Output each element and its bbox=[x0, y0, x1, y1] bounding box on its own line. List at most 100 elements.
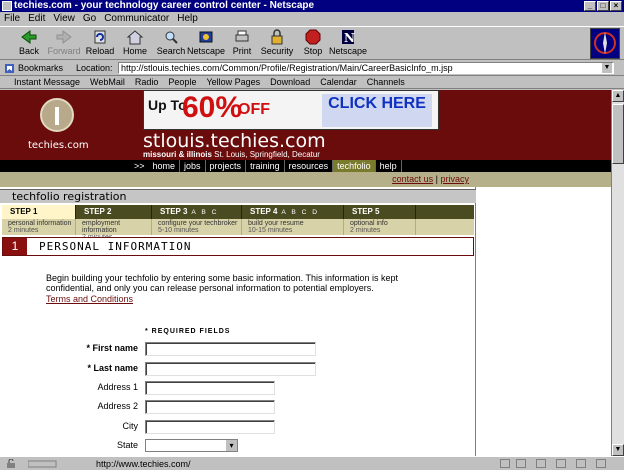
privacy-link[interactable]: privacy bbox=[440, 174, 469, 184]
step-4-tab[interactable]: STEP 4A B C D bbox=[242, 205, 344, 219]
scroll-thumb[interactable] bbox=[612, 104, 624, 164]
forward-button[interactable]: Forward bbox=[44, 29, 84, 59]
step-5-desc: optional info 2 minutes bbox=[344, 219, 416, 235]
first-name-label: * First name bbox=[86, 343, 138, 353]
ad-banner[interactable]: Up To 60% OFF CLICK HERE bbox=[143, 90, 439, 130]
netscape-button[interactable]: Netscape bbox=[186, 29, 226, 59]
personal-download[interactable]: Download bbox=[270, 76, 310, 88]
nav-jobs[interactable]: jobs bbox=[180, 160, 206, 172]
intro-text: Begin building your techfolio by enterin… bbox=[46, 273, 399, 293]
state-row: State bbox=[0, 439, 476, 453]
personal-toolbar: Instant Message WebMail Radio People Yel… bbox=[0, 76, 624, 89]
first-name-input[interactable] bbox=[145, 342, 316, 356]
netscape-n-button[interactable]: N Netscape bbox=[328, 29, 368, 59]
status-component-icon-4[interactable] bbox=[556, 459, 566, 468]
techies-logo-icon[interactable] bbox=[40, 98, 74, 132]
bookmarks-button[interactable]: Bookmarks bbox=[18, 63, 63, 73]
stop-button[interactable]: Stop bbox=[293, 29, 333, 59]
netscape-app-icon bbox=[2, 1, 12, 11]
bookmarks-icon bbox=[5, 64, 14, 73]
site-name: stlouis.techies.com bbox=[143, 130, 326, 152]
menu-communicator[interactable]: Communicator bbox=[104, 12, 169, 25]
contact-us-link[interactable]: contact us bbox=[392, 174, 433, 184]
reload-button[interactable]: Reload bbox=[80, 29, 120, 59]
last-name-input[interactable] bbox=[145, 362, 316, 376]
security-button[interactable]: Security bbox=[257, 29, 297, 59]
svg-text:N: N bbox=[344, 31, 355, 45]
terms-link[interactable]: Terms and Conditions bbox=[46, 294, 133, 304]
status-component-icon-2[interactable] bbox=[516, 459, 526, 468]
navigation-toolbar: Back Forward Reload Home Search Netscape… bbox=[0, 26, 624, 60]
ad-click-here[interactable]: CLICK HERE bbox=[322, 94, 432, 127]
nav-training[interactable]: training bbox=[246, 160, 285, 172]
security-lock-icon[interactable] bbox=[6, 459, 26, 469]
personal-yellow-pages[interactable]: Yellow Pages bbox=[206, 76, 260, 88]
state-select[interactable] bbox=[145, 439, 238, 452]
window-title-bar: techies.com - your technology career con… bbox=[0, 0, 624, 12]
menu-file[interactable]: File bbox=[4, 12, 20, 25]
close-button[interactable]: × bbox=[610, 1, 622, 11]
menu-edit[interactable]: Edit bbox=[28, 12, 45, 25]
nav-help[interactable]: help bbox=[376, 160, 402, 172]
step-2-tab[interactable]: STEP 2 bbox=[76, 205, 152, 219]
maximize-button[interactable]: □ bbox=[597, 1, 609, 11]
step-3-desc: configure your techbroker 5-10 minutes bbox=[152, 219, 242, 235]
netscape-icon bbox=[199, 31, 213, 43]
step-tabs: STEP 1 STEP 2 STEP 3A B C STEP 4A B C D … bbox=[2, 205, 474, 219]
utility-links-bar: contact us | privacy bbox=[0, 172, 611, 187]
required-fields-note: * REQUIRED FIELDS bbox=[145, 328, 231, 335]
address2-input[interactable] bbox=[145, 400, 275, 414]
nav-home[interactable]: home bbox=[149, 160, 181, 172]
step-5-tab[interactable]: STEP 5 bbox=[344, 205, 416, 219]
personal-instant-message[interactable]: Instant Message bbox=[14, 76, 80, 88]
registration-title: techfolio registration bbox=[0, 189, 476, 203]
step-3-tab[interactable]: STEP 3A B C bbox=[152, 205, 242, 219]
url-dropdown-arrow[interactable]: ▼ bbox=[602, 63, 612, 73]
status-component-icon-6[interactable] bbox=[596, 459, 606, 468]
section-number: 1 bbox=[3, 238, 27, 255]
personal-channels[interactable]: Channels bbox=[367, 76, 405, 88]
scroll-up-button[interactable]: ▲ bbox=[612, 90, 624, 102]
vertical-scrollbar[interactable]: ▲ ▼ bbox=[611, 90, 624, 456]
url-input[interactable]: http://stlouis.techies.com/Common/Profil… bbox=[118, 62, 614, 74]
status-component-icon-1[interactable] bbox=[500, 459, 510, 468]
page-viewport: techies.com Up To 60% OFF CLICK HERE stl… bbox=[0, 90, 611, 456]
netscape-throbber-logo bbox=[590, 28, 620, 59]
nav-projects[interactable]: projects bbox=[206, 160, 247, 172]
nav-resources[interactable]: resources bbox=[285, 160, 334, 172]
search-button[interactable]: Search bbox=[151, 29, 191, 59]
personal-radio[interactable]: Radio bbox=[135, 76, 159, 88]
netscape-n-icon: N bbox=[342, 30, 355, 45]
city-input[interactable] bbox=[145, 420, 275, 434]
status-component-icon-5[interactable] bbox=[576, 459, 586, 468]
last-name-label: * Last name bbox=[87, 363, 138, 373]
menu-go[interactable]: Go bbox=[83, 12, 96, 25]
menu-view[interactable]: View bbox=[53, 12, 75, 25]
address1-input[interactable] bbox=[145, 381, 275, 395]
step-descriptions: personal information 2 minutes employment… bbox=[2, 219, 474, 241]
personal-people[interactable]: People bbox=[168, 76, 196, 88]
print-button[interactable]: Print bbox=[222, 29, 262, 59]
minimize-button[interactable]: _ bbox=[584, 1, 596, 11]
site-header: techies.com Up To 60% OFF CLICK HERE stl… bbox=[0, 90, 611, 160]
status-component-icon-3[interactable] bbox=[536, 459, 546, 468]
nav-techfolio[interactable]: techfolio bbox=[333, 160, 376, 172]
status-bar: http://www.techies.com/ bbox=[0, 456, 624, 470]
personal-webmail[interactable]: WebMail bbox=[90, 76, 125, 88]
security-icon bbox=[271, 29, 283, 45]
home-button[interactable]: Home bbox=[115, 29, 155, 59]
menu-help[interactable]: Help bbox=[177, 12, 198, 25]
status-text: http://www.techies.com/ bbox=[96, 459, 191, 469]
compass-icon bbox=[594, 32, 616, 54]
address1-row: Address 1 bbox=[0, 381, 476, 395]
address2-label: Address 2 bbox=[97, 401, 138, 411]
back-icon bbox=[21, 30, 37, 44]
logo-text: techies.com bbox=[28, 140, 89, 151]
site-region: missouri & illinois St. Louis, Springfie… bbox=[143, 150, 320, 159]
personal-calendar[interactable]: Calendar bbox=[320, 76, 357, 88]
scroll-down-button[interactable]: ▼ bbox=[612, 444, 624, 456]
menu-bar: File Edit View Go Communicator Help bbox=[0, 12, 624, 25]
step-1-tab[interactable]: STEP 1 bbox=[2, 205, 76, 219]
address2-row: Address 2 bbox=[0, 400, 476, 414]
back-button[interactable]: Back bbox=[9, 29, 49, 59]
